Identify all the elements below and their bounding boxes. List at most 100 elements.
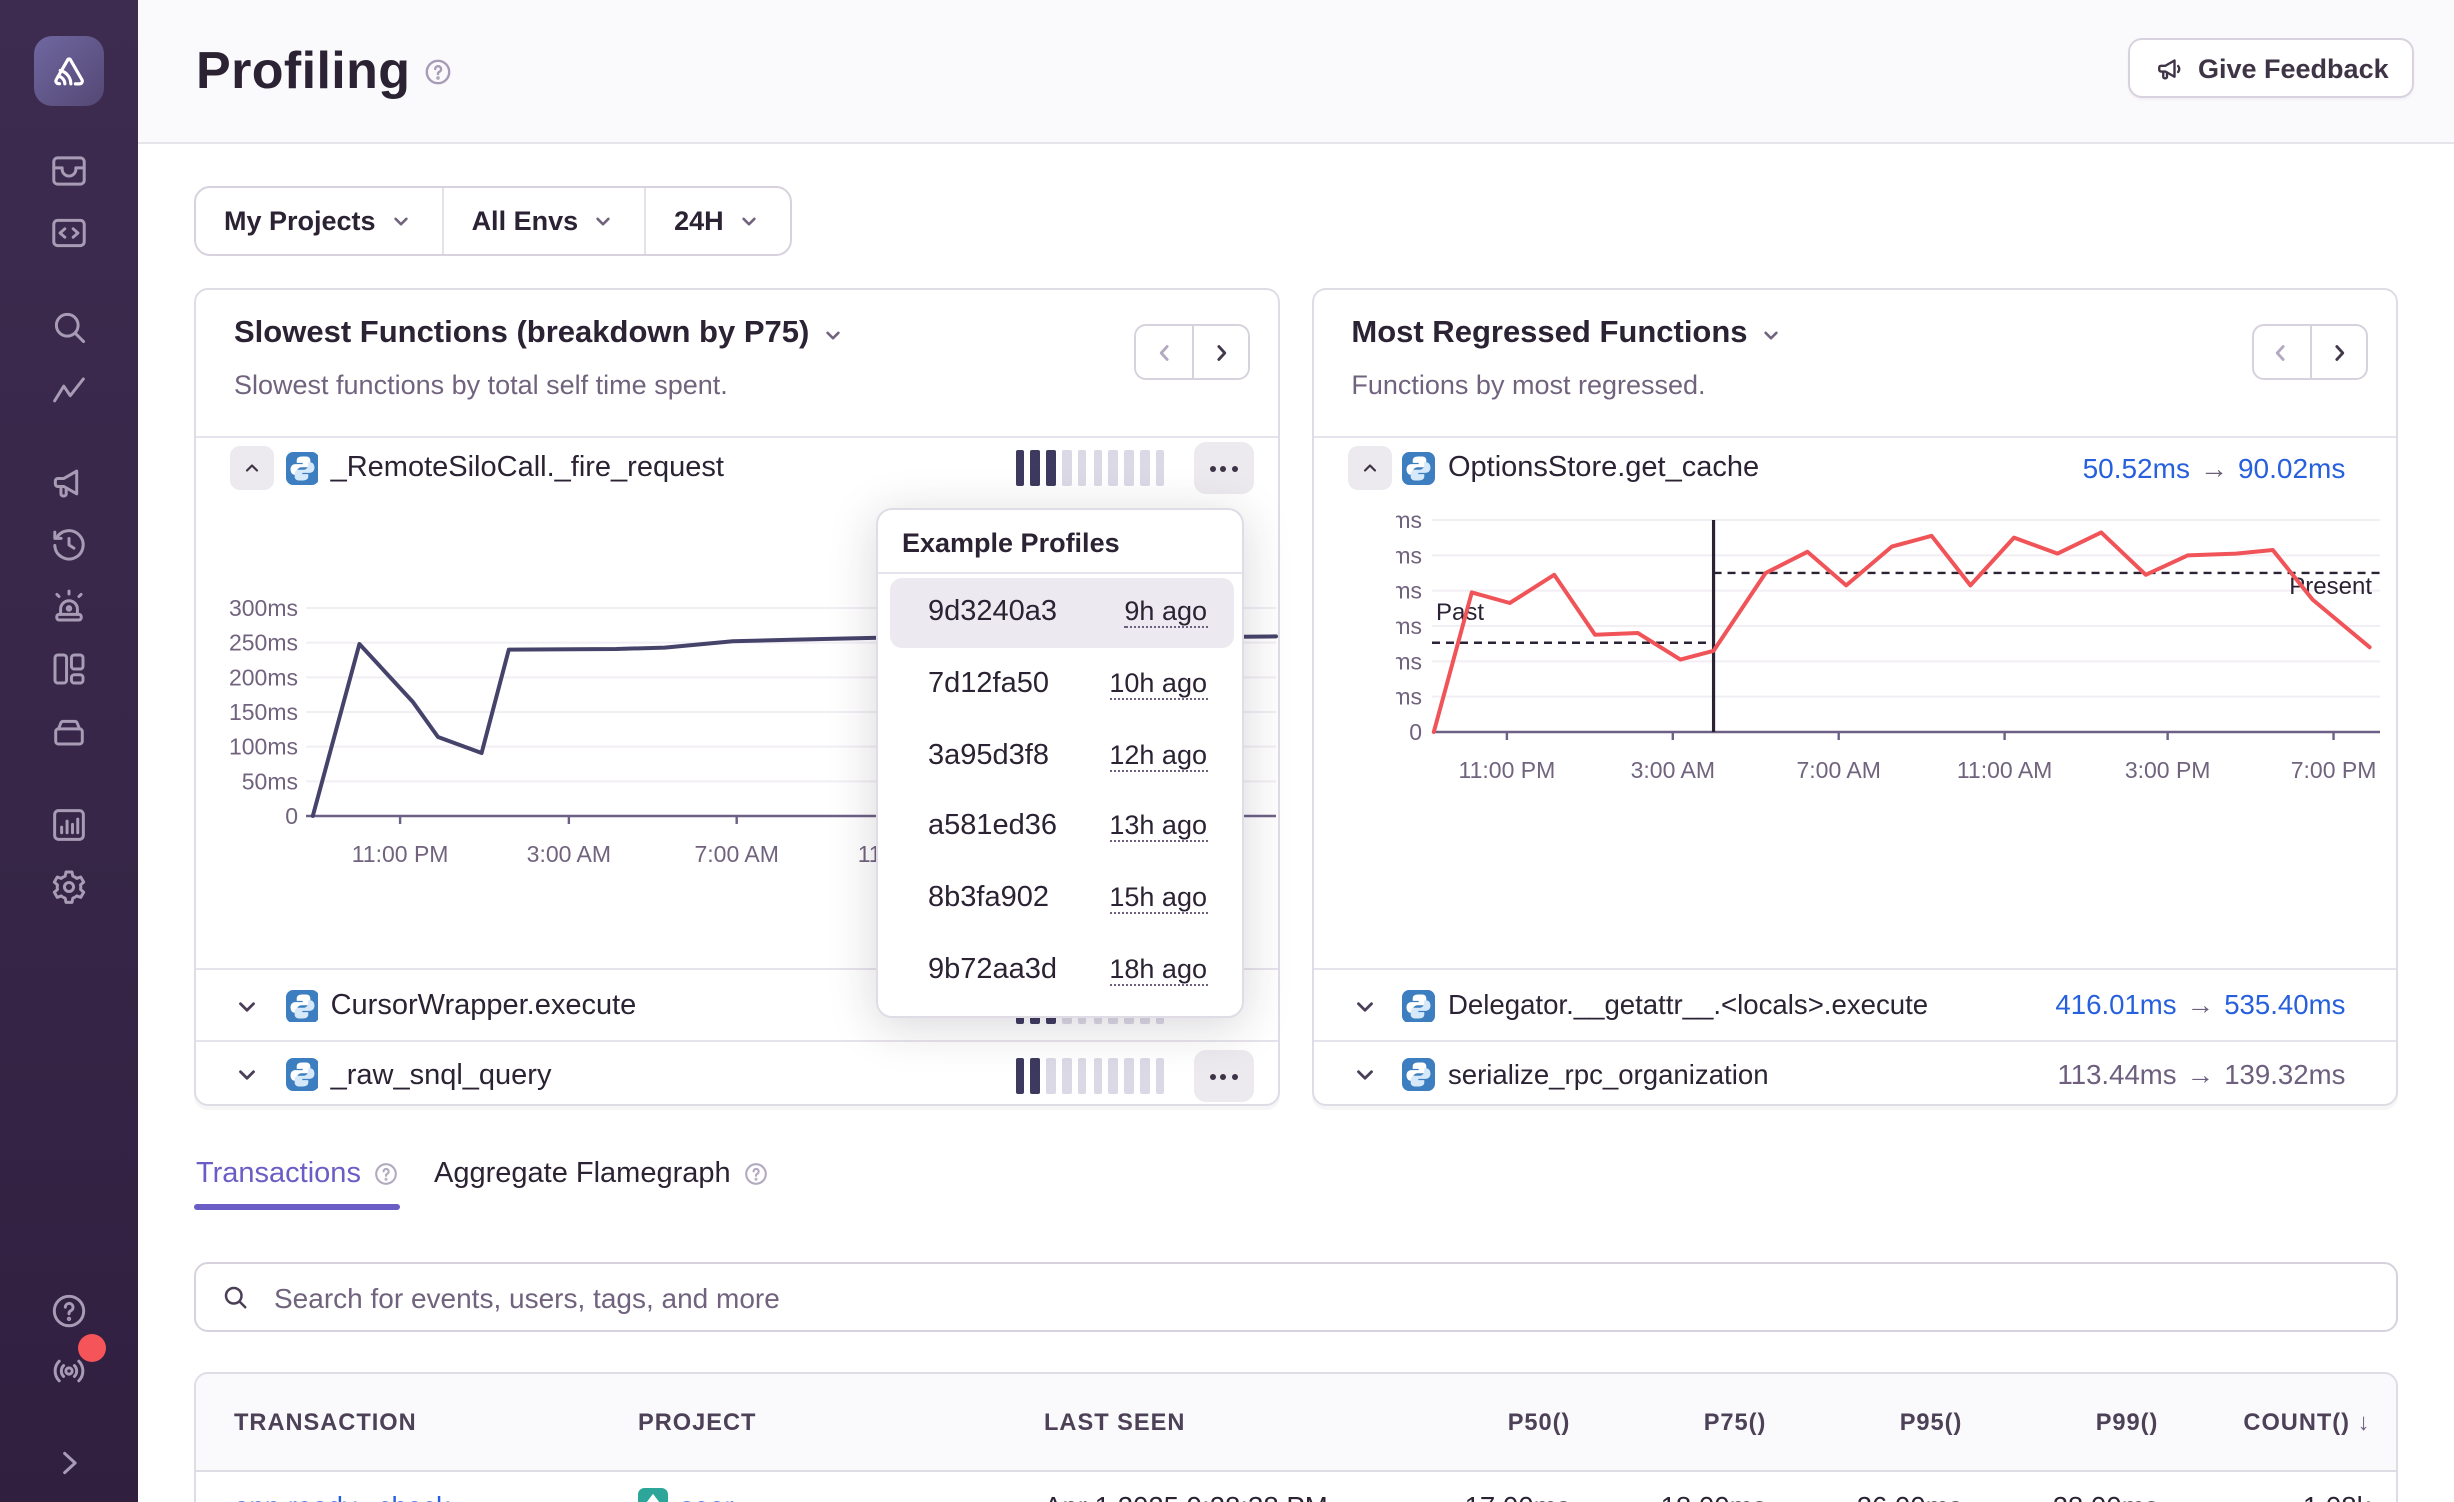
profile-time-link[interactable]: 12h ago (1109, 739, 1207, 771)
collapse-row-button[interactable] (230, 446, 274, 490)
sidebar-item-collapse-sidebar-icon[interactable] (40, 1437, 98, 1489)
help-icon[interactable] (373, 1160, 401, 1188)
function-name[interactable]: OptionsStore.get_cache (1448, 452, 1759, 484)
profile-row[interactable]: 9d3240a3 9h ago (890, 577, 1233, 648)
project-filter[interactable]: My Projects (196, 188, 442, 254)
profile-row[interactable]: 3a95d3f8 12h ago (890, 720, 1233, 791)
function-gauge (1015, 450, 1164, 486)
python-icon (285, 452, 318, 485)
tab-aggregate-flamegraph[interactable]: Aggregate Flamegraph (434, 1158, 771, 1190)
profile-row[interactable]: 9b72aa3d 18h ago (890, 934, 1233, 1005)
svg-text:100ms: 100ms (1396, 542, 1422, 568)
next-page-button[interactable] (1192, 324, 1250, 380)
row-actions-button[interactable] (1193, 1050, 1253, 1102)
profile-id[interactable]: 9b72aa3d (928, 954, 1057, 986)
profile-row[interactable]: 8b3fa902 15h ago (890, 863, 1233, 934)
column-header-p50[interactable]: P50() (1508, 1408, 1571, 1436)
popup-title: Example Profiles (902, 527, 1120, 557)
function-name[interactable]: serialize_rpc_organization (1448, 1059, 1769, 1089)
function-name[interactable]: _RemoteSiloCall._fire_request (331, 452, 724, 484)
sidebar-item-alerts-icon[interactable] (40, 581, 98, 633)
profile-row[interactable]: a581ed36 13h ago (890, 791, 1233, 862)
prev-page-button[interactable] (2251, 324, 2309, 380)
python-icon (1403, 452, 1436, 485)
profile-time-link[interactable]: 10h ago (1109, 668, 1207, 700)
svg-text:150ms: 150ms (229, 699, 298, 725)
card-subtitle: Functions by most regressed. (1351, 370, 1705, 400)
prev-page-button[interactable] (1134, 324, 1192, 380)
arrow-glyph: → (2190, 452, 2238, 484)
profile-time-link[interactable]: 15h ago (1109, 882, 1207, 914)
sentry-logo-icon (45, 48, 91, 94)
sidebar-item-issues-icon[interactable] (40, 145, 98, 197)
svg-text:60ms: 60ms (1396, 613, 1422, 639)
svg-text:11:00 PM: 11:00 PM (352, 841, 449, 867)
profile-id[interactable]: 3a95d3f8 (928, 739, 1049, 771)
sidebar-item-help-icon[interactable] (40, 1284, 98, 1336)
profile-id[interactable]: 8b3fa902 (928, 882, 1049, 914)
project-filter-label: My Projects (224, 206, 376, 236)
profile-time-link[interactable]: 9h ago (1124, 597, 1207, 629)
sentry-logo[interactable] (33, 36, 103, 106)
tab-label: Transactions (196, 1158, 361, 1190)
date-range-filter[interactable]: 24H (644, 188, 790, 254)
function-name[interactable]: Delegator.__getattr__.<locals>.execute (1448, 990, 1928, 1020)
after-duration-link[interactable]: 90.02ms (2238, 452, 2345, 484)
chevron-up-icon (242, 456, 262, 480)
column-header-p99[interactable]: P99() (2096, 1408, 2159, 1436)
profile-row[interactable]: 7d12fa50 10h ago (890, 648, 1233, 719)
pagination (1134, 324, 1250, 380)
expand-row-button[interactable] (1351, 993, 1377, 1019)
function-name[interactable]: CursorWrapper.execute (331, 990, 637, 1022)
next-page-button[interactable] (2309, 324, 2367, 380)
arrow-glyph: → (2177, 990, 2225, 1020)
column-header-transaction[interactable]: TRANSACTION (234, 1408, 417, 1436)
transaction-link[interactable]: app.ready._check (234, 1492, 450, 1502)
sidebar-item-replays-icon[interactable] (40, 519, 98, 571)
sidebar-item-search-icon[interactable] (40, 301, 98, 353)
collapse-row-button[interactable] (1347, 446, 1391, 490)
p75-value: 18.00ms (1661, 1492, 1767, 1502)
sidebar-item-feedback-icon[interactable] (40, 456, 98, 508)
svg-text:0: 0 (1409, 719, 1422, 745)
give-feedback-button[interactable]: Give Feedback (2128, 38, 2415, 98)
environment-filter[interactable]: All Envs (442, 188, 645, 254)
profile-time-link[interactable]: 18h ago (1109, 954, 1207, 986)
column-header-count[interactable]: COUNT() ↓ (2243, 1408, 2370, 1436)
sidebar-item-settings-icon[interactable] (40, 861, 98, 913)
sidebar-item-performance-icon[interactable] (40, 365, 98, 417)
chevron-down-icon (388, 208, 414, 234)
search-input[interactable] (270, 1279, 2376, 1315)
help-icon[interactable] (743, 1160, 771, 1188)
after-duration-link[interactable]: 535.40ms (2224, 990, 2345, 1020)
sidebar-item-dashboards-icon[interactable] (40, 642, 98, 694)
profile-id[interactable]: 9d3240a3 (928, 597, 1057, 629)
before-duration-link[interactable]: 416.01ms (2055, 990, 2176, 1020)
expand-row-button[interactable] (234, 993, 260, 1019)
column-header-p95[interactable]: P95() (1900, 1408, 1963, 1436)
expand-row-button[interactable] (234, 1062, 260, 1088)
row-actions-button[interactable] (1193, 442, 1253, 494)
sidebar-item-whats-new-icon[interactable] (40, 1345, 98, 1397)
before-duration: 113.44ms (2057, 1059, 2176, 1089)
project-link[interactable]: seer (680, 1492, 734, 1502)
column-header-last-seen[interactable]: LAST SEEN (1044, 1408, 1185, 1436)
expand-row-button[interactable] (1351, 1062, 1377, 1088)
tab-transactions[interactable]: Transactions (196, 1158, 401, 1190)
sidebar-item-projects-icon[interactable] (40, 207, 98, 259)
svg-text:50ms: 50ms (242, 768, 298, 794)
before-duration-link[interactable]: 50.52ms (2083, 452, 2190, 484)
slowest-functions-title[interactable]: Slowest Functions (breakdown by P75) (234, 316, 845, 352)
svg-text:80ms: 80ms (1396, 578, 1422, 604)
python-icon (1403, 989, 1436, 1022)
function-name[interactable]: _raw_snql_query (331, 1059, 552, 1091)
profile-id[interactable]: 7d12fa50 (928, 668, 1049, 700)
help-icon[interactable] (422, 56, 454, 88)
most-regressed-title[interactable]: Most Regressed Functions (1351, 316, 1783, 352)
column-header-project[interactable]: PROJECT (638, 1408, 756, 1436)
sidebar-item-stats-icon[interactable] (40, 799, 98, 851)
sidebar-item-releases-icon[interactable] (40, 705, 98, 757)
profile-id[interactable]: a581ed36 (928, 811, 1057, 843)
profile-time-link[interactable]: 13h ago (1109, 811, 1207, 843)
column-header-p75[interactable]: P75() (1704, 1408, 1767, 1436)
